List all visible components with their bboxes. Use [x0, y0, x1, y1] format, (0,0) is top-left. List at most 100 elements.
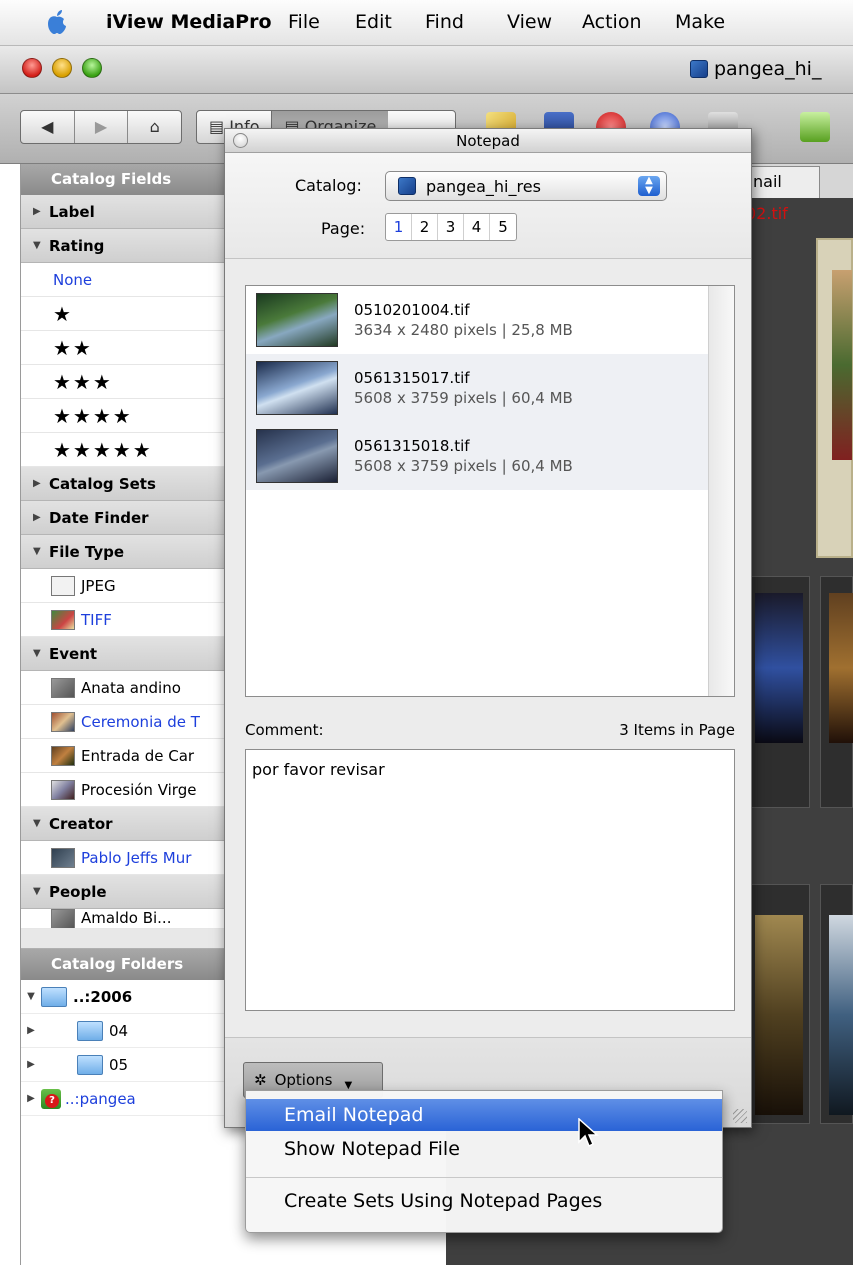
- menu-make[interactable]: Make: [675, 11, 725, 33]
- people-thumbnail: [51, 909, 75, 928]
- disclosure-right-icon[interactable]: ▶: [33, 206, 49, 217]
- folder-name: ..:2006: [73, 987, 133, 1006]
- creator-thumbnail: [51, 847, 75, 868]
- menu-app-name[interactable]: iView MediaPro: [106, 11, 272, 33]
- disclosure-down-icon[interactable]: ▼: [33, 818, 49, 829]
- disclosure-right-icon[interactable]: ▶: [21, 1059, 41, 1070]
- options-menu: Email Notepad Show Notepad File Create S…: [245, 1090, 723, 1233]
- thumbnail-image: [755, 593, 803, 743]
- apple-icon[interactable]: [46, 9, 68, 35]
- disclosure-down-icon[interactable]: ▼: [33, 886, 49, 897]
- tab-thumbnail[interactable]: nail: [742, 166, 820, 198]
- event-thumbnail: [51, 677, 75, 698]
- comment-label: Comment:: [245, 721, 324, 739]
- navigation-buttons: ◀ ▶ ⌂: [20, 110, 182, 144]
- file-type-jpeg-text: JPEG: [81, 576, 116, 595]
- thumbnail-cell[interactable]: [820, 576, 853, 808]
- close-notepad-button[interactable]: [233, 133, 248, 148]
- comment-textarea[interactable]: por favor revisar: [245, 749, 735, 1011]
- thumbnail-image: [829, 593, 853, 743]
- folder-icon: [41, 986, 67, 1007]
- list-item[interactable]: 0510201004.tif 3634 x 2480 pixels | 25,8…: [246, 286, 708, 354]
- menu-find[interactable]: Find: [425, 11, 464, 33]
- creator-item-text: Pablo Jeffs Mur: [81, 848, 192, 867]
- page-2-button[interactable]: 2: [412, 214, 438, 240]
- field-catalog-sets-text: Catalog Sets: [49, 474, 156, 493]
- close-window-button[interactable]: [22, 58, 42, 78]
- thumbnail-cell[interactable]: [746, 576, 810, 808]
- menu-edit[interactable]: Edit: [355, 11, 392, 33]
- file-type-tiff-text: TIFF: [81, 610, 112, 629]
- page-3-button[interactable]: 3: [438, 214, 464, 240]
- event-item-text: Entrada de Car: [81, 746, 195, 765]
- disclosure-down-icon[interactable]: ▼: [21, 991, 41, 1002]
- catalog-icon: [690, 60, 708, 78]
- menu-file[interactable]: File: [288, 11, 320, 33]
- menu-action[interactable]: Action: [582, 11, 642, 33]
- menu-item-email-notepad[interactable]: Email Notepad: [246, 1099, 722, 1131]
- disclosure-right-icon[interactable]: ▶: [21, 1093, 41, 1104]
- back-button[interactable]: ◀: [21, 111, 75, 143]
- list-scrollbar[interactable]: [708, 286, 734, 696]
- item-info: 3634 x 2480 pixels | 25,8 MB: [354, 321, 573, 339]
- notepad-window: Notepad Catalog: pangea_hi_res ▲ ▼ Page: …: [224, 128, 752, 1128]
- select-arrows-icon: ▲ ▼: [638, 176, 660, 196]
- forward-button[interactable]: ▶: [75, 111, 129, 143]
- catalog-select[interactable]: pangea_hi_res ▲ ▼: [385, 171, 667, 201]
- options-label: Options: [274, 1071, 333, 1089]
- list-item[interactable]: 0561315017.tif 5608 x 3759 pixels | 60,4…: [246, 354, 708, 422]
- event-thumbnail: [51, 711, 75, 732]
- folder-icon: [77, 1020, 103, 1041]
- item-filename: 0510201004.tif: [354, 301, 470, 319]
- window-title: pangea_hi_: [690, 58, 821, 80]
- disclosure-right-icon[interactable]: ▶: [21, 1025, 41, 1036]
- menu-view[interactable]: View: [507, 11, 552, 33]
- menu-item-create-sets[interactable]: Create Sets Using Notepad Pages: [246, 1185, 722, 1217]
- label-icon[interactable]: [800, 112, 830, 142]
- missing-volume-icon: ?: [41, 1088, 61, 1109]
- item-meta: 0561315018.tif 5608 x 3759 pixels | 60,4…: [354, 436, 573, 476]
- home-button[interactable]: ⌂: [128, 111, 181, 143]
- event-thumbnail: [51, 745, 75, 766]
- notepad-item-list: 0510201004.tif 3634 x 2480 pixels | 25,8…: [245, 285, 735, 697]
- item-meta: 0510201004.tif 3634 x 2480 pixels | 25,8…: [354, 300, 573, 340]
- gear-icon: ✲: [254, 1071, 267, 1089]
- catalog-select-value: pangea_hi_res: [426, 176, 541, 196]
- item-info: 5608 x 3759 pixels | 60,4 MB: [354, 389, 573, 407]
- resize-grip[interactable]: [733, 1109, 747, 1123]
- folder-name: 05: [109, 1055, 129, 1074]
- field-file-type-text: File Type: [49, 542, 125, 561]
- tab-thumbnail-label: nail: [753, 172, 782, 191]
- disclosure-right-icon[interactable]: ▶: [33, 478, 49, 489]
- disclosure-down-icon[interactable]: ▼: [33, 648, 49, 659]
- window-title-text: pangea_hi_: [714, 58, 822, 80]
- field-event-text: Event: [49, 644, 98, 663]
- thumbnail-cell[interactable]: [746, 884, 810, 1124]
- minimize-window-button[interactable]: [52, 58, 72, 78]
- disclosure-right-icon[interactable]: ▶: [33, 512, 49, 523]
- menu-bar: iView MediaPro File Edit Find View Actio…: [0, 0, 853, 46]
- page-label: Page:: [321, 219, 366, 238]
- zoom-window-button[interactable]: [82, 58, 102, 78]
- item-thumbnail: [256, 361, 338, 415]
- page-4-button[interactable]: 4: [464, 214, 490, 240]
- disclosure-down-icon[interactable]: ▼: [33, 546, 49, 557]
- list-item[interactable]: 0561315018.tif 5608 x 3759 pixels | 60,4…: [246, 422, 708, 490]
- event-item-text: Anata andino: [81, 678, 181, 697]
- thumbnail-image: [829, 915, 853, 1115]
- disclosure-down-icon[interactable]: ▼: [33, 240, 49, 251]
- item-meta: 0561315017.tif 5608 x 3759 pixels | 60,4…: [354, 368, 573, 408]
- page-5-button[interactable]: 5: [490, 214, 516, 240]
- notepad-title: Notepad: [456, 132, 520, 150]
- page-selector: 1 2 3 4 5: [385, 213, 517, 241]
- people-item-text: Amaldo Bi...: [81, 909, 172, 927]
- event-thumbnail: [51, 779, 75, 800]
- thumbnail-image: [832, 270, 852, 460]
- event-item-text: Ceremonia de T: [81, 712, 200, 731]
- page-1-button[interactable]: 1: [386, 214, 412, 240]
- jpeg-thumbnail: [51, 575, 75, 596]
- folder-icon: [77, 1054, 103, 1075]
- thumbnail-cell-selected[interactable]: [816, 238, 853, 558]
- thumbnail-cell[interactable]: [820, 884, 853, 1124]
- menu-item-show-notepad-file[interactable]: Show Notepad File: [246, 1133, 722, 1165]
